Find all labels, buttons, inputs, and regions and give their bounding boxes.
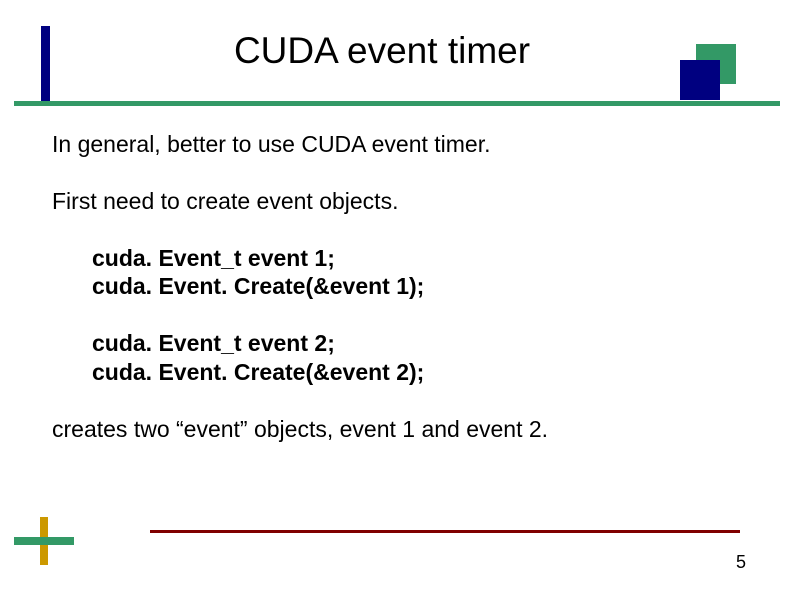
corner-squares-icon xyxy=(680,44,736,100)
slide-content: In general, better to use CUDA event tim… xyxy=(52,130,734,471)
code-block-1: cuda. Event_t event 1; cuda. Event. Crea… xyxy=(92,244,734,302)
code-line: cuda. Event_t event 2; xyxy=(92,329,734,358)
code-line: cuda. Event. Create(&event 2); xyxy=(92,358,734,387)
square-navy xyxy=(680,60,720,100)
slide: CUDA event timer In general, better to u… xyxy=(0,0,794,595)
code-line: cuda. Event_t event 1; xyxy=(92,244,734,273)
outro-line: creates two “event” objects, event 1 and… xyxy=(52,415,734,444)
code-block-2: cuda. Event_t event 2; cuda. Event. Crea… xyxy=(92,329,734,387)
slide-title: CUDA event timer xyxy=(0,30,794,72)
intro-line-1: In general, better to use CUDA event tim… xyxy=(52,130,734,159)
cross-horizontal xyxy=(14,537,74,545)
title-area: CUDA event timer xyxy=(0,0,794,72)
bottom-rule xyxy=(150,530,740,533)
page-number: 5 xyxy=(736,552,746,573)
intro-line-2: First need to create event objects. xyxy=(52,187,734,216)
code-line: cuda. Event. Create(&event 1); xyxy=(92,272,734,301)
title-underline xyxy=(14,101,780,106)
